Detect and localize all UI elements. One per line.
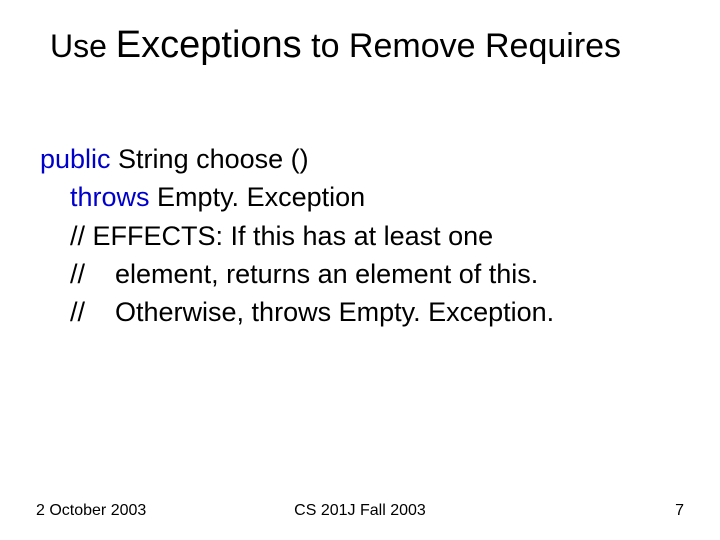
- code-line-1: public String choose (): [40, 140, 690, 178]
- code-block: public String choose () throws Empty. Ex…: [40, 140, 690, 332]
- title-part-exceptions: Exceptions: [116, 24, 302, 66]
- code-text: Empty. Exception: [150, 182, 366, 212]
- code-line-2: throws Empty. Exception: [40, 178, 690, 216]
- keyword-public: public: [40, 144, 111, 174]
- code-line-5: // Otherwise, throws Empty. Exception.: [40, 293, 690, 331]
- footer-page-number: 7: [675, 502, 684, 520]
- code-text: // element, returns an element of this.: [40, 259, 538, 289]
- code-indent: [40, 182, 70, 212]
- footer-course: CS 201J Fall 2003: [36, 502, 684, 520]
- title-part-rest: to Remove Requires: [302, 27, 621, 65]
- code-text: // EFFECTS: If this has at least one: [40, 221, 493, 251]
- code-line-4: // element, returns an element of this.: [40, 255, 690, 293]
- slide-title: Use Exceptions to Remove Requires: [50, 24, 690, 68]
- code-text: String choose (): [111, 144, 309, 174]
- code-line-3: // EFFECTS: If this has at least one: [40, 217, 690, 255]
- keyword-throws: throws: [70, 182, 150, 212]
- title-part-use: Use: [50, 28, 116, 64]
- code-text: // Otherwise, throws Empty. Exception.: [40, 297, 554, 327]
- slide: Use Exceptions to Remove Requires public…: [0, 0, 720, 540]
